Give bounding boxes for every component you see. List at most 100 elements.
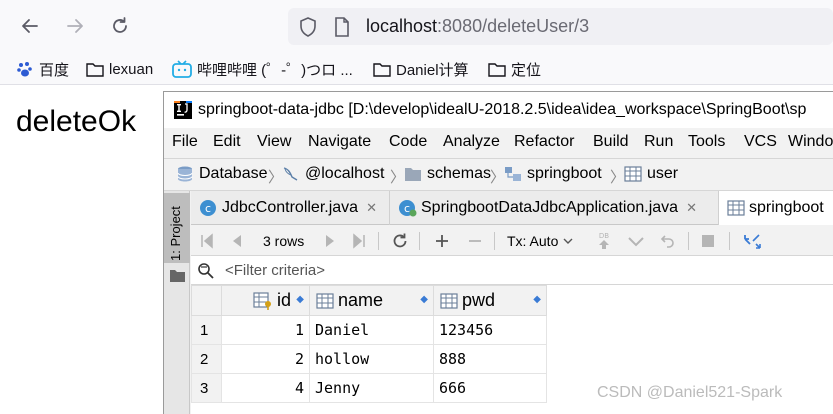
breadcrumb-label: user [647,165,679,182]
reload-icon [113,17,127,33]
pin-view-button[interactable] [743,231,763,251]
submit-button[interactable] [627,231,645,251]
reload-button[interactable] [106,12,134,40]
shield-icon[interactable] [298,16,318,38]
refresh-button[interactable] [391,231,409,251]
page-body-text: deleteOk [16,105,137,138]
bookmark-bilibili[interactable]: 哔哩哔哩 (゜-゜)つロ ... [172,59,353,79]
menu-refactor[interactable]: Refactor [514,133,574,151]
tab-springboot-user-table[interactable]: springboot [719,191,833,225]
tab-jdbc-controller[interactable]: c JdbcController.java ✕ [191,191,390,225]
cell-id[interactable]: 1 [221,315,310,345]
table-row[interactable]: 1 1 Daniel 123456 [191,315,547,345]
page-icon[interactable] [334,17,350,37]
breadcrumb-database[interactable]: Database [176,165,268,183]
last-page-button[interactable] [351,231,367,251]
url-text[interactable]: localhost:8080/deleteUser/3 [366,16,589,37]
bilibili-tv-icon [172,60,192,78]
menu-navigate[interactable]: Navigate [308,133,371,151]
toolbar-divider [419,232,420,250]
column-icon [440,293,458,309]
check-icon [628,237,644,247]
menu-code[interactable]: Code [389,133,427,151]
filter-criteria-input[interactable]: <Filter criteria> [225,262,325,279]
breadcrumb-separator-icon: 〉 [390,169,406,186]
menu-build[interactable]: Build [593,133,629,151]
sort-icon[interactable]: ◆ [296,294,304,305]
cell-pwd[interactable]: 666 [433,373,547,403]
cell-name[interactable]: Jenny [309,373,434,403]
cell-name[interactable]: hollow [309,344,434,374]
expand-arrows-icon [744,234,761,249]
menu-tools[interactable]: Tools [688,133,725,151]
close-icon[interactable]: ✕ [366,200,377,216]
menu-file[interactable]: File [172,133,198,151]
first-page-button[interactable] [199,231,215,251]
cell-pwd[interactable]: 123456 [433,315,547,345]
cell-id[interactable]: 4 [221,373,310,403]
breadcrumb-label: @localhost [305,165,385,182]
add-row-button[interactable] [434,231,450,251]
bookmark-label: 定位 [511,61,542,79]
bookmark-location[interactable]: 定位 [488,59,541,79]
menu-edit[interactable]: Edit [213,133,241,151]
menu-view[interactable]: View [257,133,291,151]
row-number[interactable]: 1 [191,315,222,345]
row-count-label[interactable]: 3 rows [263,231,304,251]
delete-row-button[interactable] [467,231,483,251]
tab-springboot-application[interactable]: c SpringbootDataJdbcApplication.java ✕ [390,191,719,225]
next-page-button[interactable] [322,231,338,251]
intellij-logo-icon [174,101,192,119]
column-header-pwd[interactable]: pwd ◆ [433,285,547,316]
tx-mode-label: Tx: Auto [507,233,559,249]
table-row[interactable]: 2 2 hollow 888 [191,344,547,374]
chevron-down-icon [563,238,573,244]
project-tool-label[interactable]: 1: Project [168,206,183,261]
breadcrumb-user[interactable]: user [624,165,678,183]
watermark: CSDN @Daniel521-Spark [597,384,783,401]
forward-button[interactable] [61,12,89,40]
breadcrumb-localhost[interactable]: @localhost [282,165,384,183]
sort-icon[interactable]: ◆ [420,294,428,305]
commit-button[interactable]: DB [596,231,612,251]
bookmark-baidu[interactable]: 百度 [16,59,69,79]
bookmark-lexuan[interactable]: lexuan [86,59,153,79]
cell-pwd[interactable]: 888 [433,344,547,374]
column-header-name[interactable]: name ◆ [309,285,434,316]
ide-titlebar: springboot-data-jdbc [D:\develop\idealU-… [164,92,833,128]
column-label: id [276,290,291,310]
breadcrumb-springboot[interactable]: springboot [504,165,602,183]
row-number[interactable]: 3 [191,373,222,403]
cell-name[interactable]: Daniel [309,315,434,345]
bookmark-label: 百度 [39,61,70,79]
folder-icon [405,168,421,181]
back-button[interactable] [16,12,44,40]
menu-window[interactable]: Windo [788,133,833,151]
folder-icon[interactable] [170,269,185,282]
menu-vcs[interactable]: VCS [744,133,777,151]
close-icon[interactable]: ✕ [686,200,697,216]
menu-analyze[interactable]: Analyze [443,133,500,151]
bookmark-daniel[interactable]: Daniel计算 [373,59,469,79]
table-row[interactable]: 3 4 Jenny 666 [191,373,547,403]
row-number[interactable]: 2 [191,344,222,374]
previous-page-button[interactable] [229,231,245,251]
toolbar-divider [494,232,495,250]
breadcrumb-schemas[interactable]: schemas [404,165,491,183]
filter-search-icon[interactable] [197,262,217,280]
transaction-mode-select[interactable]: Tx: Auto [507,231,574,251]
row-number-header[interactable] [191,285,222,316]
column-header-id[interactable]: id ◆ [221,285,310,316]
bookmarks-bar: 百度 lexuan 哔哩哔哩 (゜-゜)つロ ... Daniel计算 定位 [0,53,833,85]
tab-label: JdbcController.java [222,199,359,216]
menu-run[interactable]: Run [644,133,673,151]
column-label: name [338,290,384,310]
table-icon [727,200,745,216]
url-bar[interactable]: localhost:8080/deleteUser/3 [288,8,833,45]
stop-button[interactable] [701,231,715,251]
cell-id[interactable]: 2 [221,344,310,374]
last-page-icon [353,233,365,249]
refresh-icon [393,233,407,248]
sort-icon[interactable]: ◆ [533,294,541,305]
revert-button[interactable] [660,231,676,251]
